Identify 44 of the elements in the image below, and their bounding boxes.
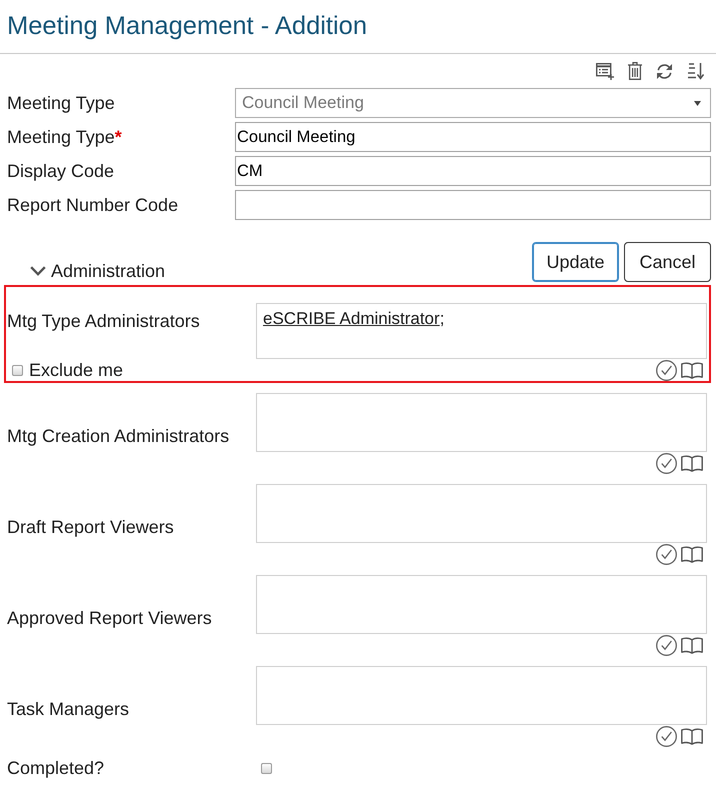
add-list-icon[interactable] (596, 62, 614, 80)
book-icon[interactable] (681, 728, 703, 744)
checkbox-label: Exclude me (29, 358, 124, 382)
field-label: Draft Report Viewers (7, 517, 174, 537)
check-circle-icon[interactable] (656, 452, 677, 474)
sort-icon[interactable] (687, 62, 705, 80)
caret-icon (694, 100, 701, 106)
refresh-icon[interactable] (656, 62, 673, 80)
field-label: Meeting Type (7, 93, 115, 113)
people-field[interactable] (256, 393, 707, 452)
book-icon[interactable] (681, 362, 703, 378)
check-circle-icon[interactable] (656, 634, 677, 656)
field-label: Mtg Type Administrators (7, 311, 200, 331)
required-mark: * (114, 127, 122, 147)
field-label: Meeting Type (7, 127, 115, 147)
people-field[interactable]: eSCRIBE Administrator; (256, 303, 707, 359)
field-label: Mtg Creation Administrators (7, 426, 230, 446)
field-label: Report Number Code (7, 195, 178, 215)
field-label: Completed? (7, 758, 104, 778)
checkbox[interactable] (12, 364, 23, 376)
text-field[interactable] (235, 190, 711, 220)
page-title: Meeting Management - Addition (7, 14, 368, 40)
field-label: Display Code (7, 161, 114, 181)
text-field[interactable]: Council Meeting (235, 122, 711, 152)
separator-text: ; (440, 309, 444, 328)
check-circle-icon[interactable] (656, 544, 677, 564)
people-field[interactable] (256, 575, 707, 634)
book-icon[interactable] (681, 546, 703, 562)
section-toggle[interactable]: Administration (30, 260, 166, 282)
book-icon[interactable] (681, 454, 703, 472)
book-icon[interactable] (681, 636, 703, 654)
trash-icon[interactable] (628, 62, 642, 80)
user-link[interactable]: eSCRIBE Administrator (263, 309, 440, 328)
chevron-icon[interactable] (30, 266, 46, 276)
text-field[interactable]: CM (235, 156, 711, 186)
people-field[interactable] (256, 484, 707, 543)
cancel-button[interactable]: Cancel (624, 242, 711, 282)
check-circle-icon[interactable] (656, 726, 677, 746)
field-label: Task Managers (7, 699, 130, 719)
check-circle-icon[interactable] (656, 360, 677, 380)
checkbox[interactable] (261, 762, 272, 774)
field-label: Approved Report Viewers (7, 608, 212, 628)
people-field[interactable] (256, 666, 707, 725)
update-button[interactable]: Update (532, 242, 619, 282)
